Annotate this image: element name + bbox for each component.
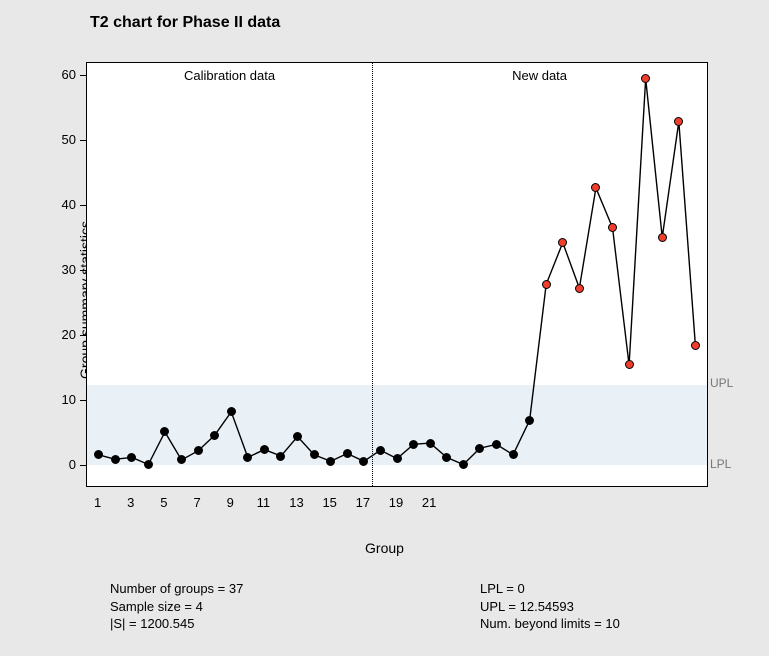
stats-right: LPL = 0 UPL = 12.54593 Num. beyond limit…: [480, 580, 620, 633]
point-in: [343, 449, 352, 458]
point-in: [525, 416, 534, 425]
point-in: [376, 446, 385, 455]
point-out: [575, 284, 584, 293]
point-in: [426, 439, 435, 448]
y-tick: 30: [46, 262, 76, 277]
point-in: [393, 454, 402, 463]
y-tick: 60: [46, 67, 76, 82]
point-in: [276, 452, 285, 461]
y-tick-mark: [80, 335, 86, 336]
point-in: [111, 455, 120, 464]
stat-detS: |S| = 1200.545: [110, 615, 243, 633]
x-tick: 15: [322, 495, 336, 510]
y-tick: 10: [46, 392, 76, 407]
y-tick-mark: [80, 270, 86, 271]
point-in: [194, 446, 203, 455]
point-in: [409, 440, 418, 449]
point-in: [144, 460, 153, 469]
x-tick: 1: [94, 495, 101, 510]
x-tick: 13: [289, 495, 303, 510]
x-tick: 17: [356, 495, 370, 510]
plot-area: Calibration data New data: [86, 62, 708, 487]
x-tick: 7: [193, 495, 200, 510]
stat-lpl: LPL = 0: [480, 580, 620, 598]
point-in: [210, 431, 219, 440]
y-tick-mark: [80, 75, 86, 76]
point-in: [293, 432, 302, 441]
x-tick: 5: [160, 495, 167, 510]
x-tick: 3: [127, 495, 134, 510]
x-axis-label: Group: [0, 540, 769, 556]
point-in: [260, 445, 269, 454]
y-tick-mark: [80, 205, 86, 206]
point-out: [691, 341, 700, 350]
point-in: [326, 457, 335, 466]
stat-beyond: Num. beyond limits = 10: [480, 615, 620, 633]
series-line: [87, 63, 707, 486]
stats-left: Number of groups = 37 Sample size = 4 |S…: [110, 580, 243, 633]
y-tick: 20: [46, 327, 76, 342]
y-tick: 50: [46, 132, 76, 147]
x-tick: 21: [422, 495, 436, 510]
stat-upl: UPL = 12.54593: [480, 598, 620, 616]
chart-title: T2 chart for Phase II data: [90, 14, 280, 32]
x-tick: 19: [389, 495, 403, 510]
y-tick: 40: [46, 197, 76, 212]
lpl-label: LPL: [710, 457, 731, 471]
y-tick-mark: [80, 465, 86, 466]
point-in: [227, 407, 236, 416]
stat-ngroups: Number of groups = 37: [110, 580, 243, 598]
point-out: [542, 280, 551, 289]
upl-label: UPL: [710, 376, 733, 390]
point-in: [509, 450, 518, 459]
point-in: [459, 460, 468, 469]
x-tick: 9: [227, 495, 234, 510]
point-out: [658, 233, 667, 242]
point-in: [310, 450, 319, 459]
y-tick: 0: [46, 457, 76, 472]
x-tick: 11: [257, 495, 271, 510]
y-tick-mark: [80, 140, 86, 141]
point-in: [492, 440, 501, 449]
y-tick-mark: [80, 400, 86, 401]
stat-sample: Sample size = 4: [110, 598, 243, 616]
